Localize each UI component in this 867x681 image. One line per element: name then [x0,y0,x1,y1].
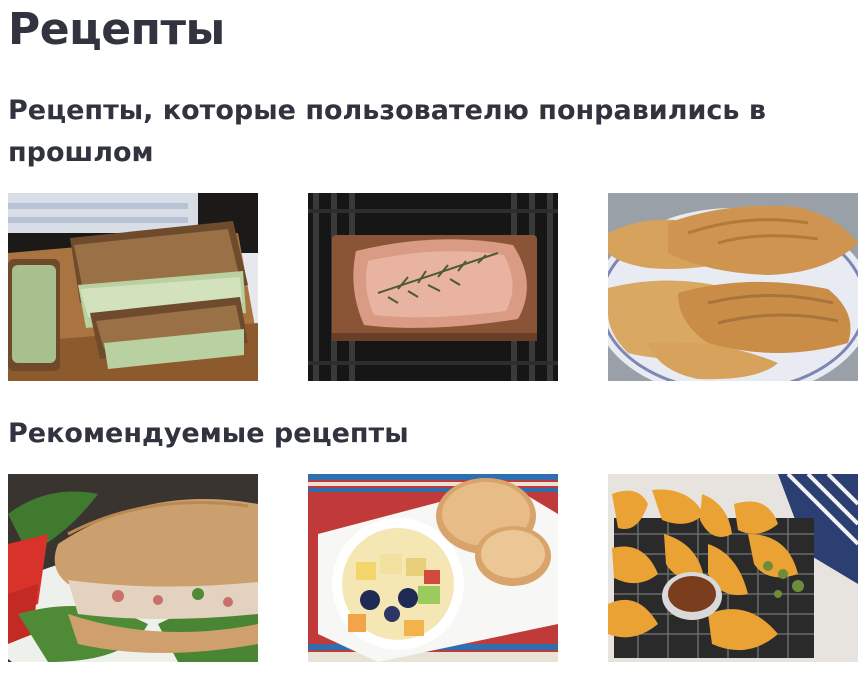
recipe-card-sub-sandwich[interactable]: sub-sandwich-photo [8,474,258,662]
sub-sandwich-image [8,474,258,662]
salmon-image [308,193,558,381]
fruit-salad-image [308,474,558,662]
recipe-card-croissants[interactable]: croissants-photo [608,193,858,381]
recipe-card-chicken-strips[interactable]: baked-chicken-strips-photo [608,474,858,662]
recommended-recipes-heading: Рекомендуемые рецепты [8,418,409,449]
liked-recipes-grid: sandwich-photo [8,193,858,381]
sandwich-image [8,193,258,381]
page-title: Рецепты [8,4,225,55]
recipe-card-fruit-salad[interactable]: fruit-salad-muffins-photo [308,474,558,662]
recommended-recipes-grid: sub-sandwich-photo [8,474,858,662]
recipe-card-salmon[interactable]: salmon-plank-photo [308,193,558,381]
liked-recipes-heading: Рецепты, которые пользователю понравилис… [8,95,766,168]
chicken-strips-image [608,474,858,662]
croissants-image [608,193,858,381]
recipe-card-sandwich[interactable]: sandwich-photo [8,193,258,381]
